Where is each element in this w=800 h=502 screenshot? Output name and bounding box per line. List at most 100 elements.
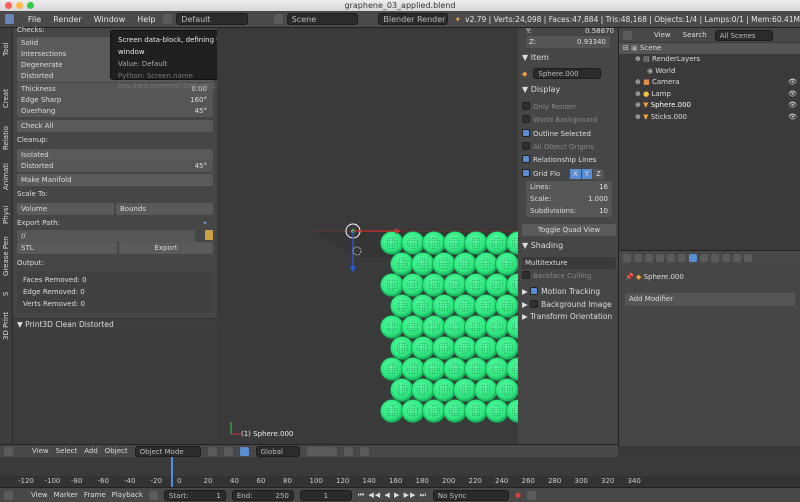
snap-icon[interactable] [343, 446, 353, 456]
timeline[interactable]: -120 -100 -80 -60 -40 -20 0 20 40 60 80 100 120 140 16… [0, 457, 800, 487]
visibility-eye-icon[interactable]: 👁 [788, 89, 797, 100]
outline-selected-checkbox[interactable]: Outline Selected [522, 128, 616, 140]
toggle-quad-view-button[interactable]: Toggle Quad View [522, 224, 616, 236]
3d-viewport[interactable]: (1) Sphere.000 [217, 28, 518, 446]
grid-scale-field[interactable]: Scale: 1.000 [526, 193, 612, 205]
timeline-editor-icon[interactable] [4, 490, 13, 500]
grid-subdivisions-field[interactable]: Subdivisions: 10 [526, 205, 612, 217]
preview-range-icon[interactable] [148, 490, 158, 500]
outliner-item-sphere[interactable]: ⊕ ▼ Sphere.000 👁 [619, 100, 800, 111]
only-render-checkbox[interactable]: Only Render [522, 101, 616, 113]
outliner-item-world[interactable]: ◉ World [619, 66, 800, 77]
menu-render[interactable]: Render [47, 15, 87, 24]
current-frame-field[interactable]: 1 [299, 489, 352, 501]
texture-tab-icon[interactable] [722, 254, 730, 262]
outliner-item-sticks[interactable]: ⊕ ▼ Sticks.000 👁 [619, 112, 800, 123]
display-panel-header[interactable]: ▼ Display [522, 84, 616, 96]
viewport-editor-icon[interactable] [4, 446, 13, 456]
playhead[interactable] [171, 457, 173, 487]
editor-type-icon[interactable] [5, 14, 14, 24]
pivot-selector-icon[interactable] [223, 446, 233, 456]
grid-lines-field[interactable]: Lines: 16 [526, 181, 612, 193]
tl-frame-menu[interactable]: Frame [84, 491, 106, 499]
menu-help[interactable]: Help [131, 15, 161, 24]
distorted-cleanup-field[interactable]: Distorted 45° [17, 160, 213, 172]
layers-icon[interactable] [306, 446, 337, 456]
operator-panel-header[interactable]: ▼ Print3D Clean Distorted [13, 318, 217, 330]
object-tab-icon[interactable] [667, 254, 675, 262]
viewport-canvas[interactable] [217, 28, 518, 446]
material-tab-icon[interactable] [711, 254, 719, 262]
grid-floor-checkbox[interactable]: Grid Flo X Y Z [522, 168, 616, 180]
keying-set-icon[interactable] [527, 490, 537, 500]
render-preview-icon[interactable] [359, 446, 369, 456]
render-tab-icon[interactable] [623, 254, 631, 262]
screen-layout-icon[interactable] [163, 14, 173, 24]
gizmo-z-arrow-icon[interactable] [350, 266, 356, 273]
scene-tab-icon[interactable] [645, 254, 653, 262]
playback-controls[interactable]: ⏮ ◀◀ ◀ ▶ ▶▶ ⏭ [358, 491, 427, 500]
particles-tab-icon[interactable] [733, 254, 741, 262]
pin-icon[interactable]: 📌 [625, 273, 634, 281]
location-z-field[interactable]: Z: 0.93340 [526, 36, 610, 48]
vp-object-menu[interactable]: Object [105, 447, 128, 455]
visibility-eye-icon[interactable]: 👁 [788, 112, 797, 123]
data-tab-icon[interactable] [700, 254, 708, 262]
world-background-checkbox[interactable]: World Background [522, 114, 616, 126]
end-frame-field[interactable]: End: 250 [231, 489, 294, 501]
item-panel-header[interactable]: ▼ Item [522, 52, 616, 64]
start-frame-field[interactable]: Start: 1 [163, 489, 226, 501]
background-image-panel[interactable]: ▶ Background Image [522, 299, 616, 311]
sphere-array[interactable] [380, 231, 519, 423]
menu-window[interactable]: Window [88, 15, 132, 24]
visibility-eye-icon[interactable]: 👁 [788, 77, 797, 88]
menu-file[interactable]: File [22, 15, 47, 24]
constraints-tab-icon[interactable] [678, 254, 686, 262]
vp-view-menu[interactable]: View [32, 447, 49, 455]
sync-mode-selector[interactable]: No Sync [432, 489, 509, 501]
window-controls[interactable] [5, 2, 34, 9]
scene-icon[interactable] [273, 14, 283, 24]
relationship-lines-checkbox[interactable]: Relationship Lines [522, 154, 616, 166]
outliner-item-renderlayers[interactable]: ⊕ ▤ RenderLayers [619, 54, 800, 65]
backface-culling-checkbox[interactable]: Backface Culling [522, 270, 616, 282]
overhang-field[interactable]: Overhang 45° [17, 105, 213, 117]
shading-mode-selector[interactable]: Multitexture [522, 257, 616, 269]
tl-view-menu[interactable]: View [31, 491, 48, 499]
tl-marker-menu[interactable]: Marker [54, 491, 78, 499]
add-modifier-button[interactable]: Add Modifier [625, 293, 795, 306]
outliner-item-lamp[interactable]: ⊕ ● Lamp 👁 [619, 89, 800, 100]
check-all-button[interactable]: Check All [17, 120, 213, 132]
outliner-view-menu[interactable]: View [654, 31, 671, 39]
export-button[interactable]: Export [119, 242, 213, 254]
outliner-filter-selector[interactable]: All Scenes [714, 29, 773, 41]
vp-add-menu[interactable]: Add [84, 447, 98, 455]
shading-icon[interactable] [207, 446, 217, 456]
eyedropper-icon[interactable]: ⌖ [203, 217, 207, 229]
motion-tracking-panel[interactable]: ▶ Motion Tracking [522, 286, 616, 298]
physics-tab-icon[interactable] [744, 254, 752, 262]
scale-volume-button[interactable]: Volume [17, 203, 114, 215]
outliner-item-scene[interactable]: ⊟ ▣ Scene [619, 43, 800, 54]
axis-y-toggle[interactable]: Y [581, 169, 593, 179]
folder-icon[interactable] [205, 230, 213, 240]
transform-orientation-panel[interactable]: ▶ Transform Orientation [522, 311, 616, 323]
mode-selector[interactable]: Object Mode [134, 445, 201, 457]
outliner-search-menu[interactable]: Search [683, 31, 707, 39]
minimize-window-icon[interactable] [16, 2, 23, 9]
axis-z-toggle[interactable]: Z [593, 169, 604, 179]
outliner-item-camera[interactable]: ⊕ ■ Camera 👁 [619, 77, 800, 88]
layers-tab-icon[interactable] [634, 254, 642, 262]
object-name-field[interactable]: Sphere.000 [533, 68, 602, 79]
visibility-eye-icon[interactable]: 👁 [788, 100, 797, 111]
scene-selector[interactable]: Scene [286, 13, 359, 25]
scale-bounds-button[interactable]: Bounds [116, 203, 213, 215]
orientation-selector[interactable]: Global [255, 445, 300, 457]
shading-panel-header[interactable]: ▼ Shading [522, 240, 616, 252]
format-selector[interactable]: STL [17, 242, 117, 254]
outliner-editor-icon[interactable] [623, 30, 632, 40]
render-engine-selector[interactable]: Blender Render [378, 13, 449, 25]
tl-playback-menu[interactable]: Playback [112, 491, 143, 499]
timeline-track[interactable] [0, 457, 800, 476]
zoom-window-icon[interactable] [27, 2, 34, 9]
